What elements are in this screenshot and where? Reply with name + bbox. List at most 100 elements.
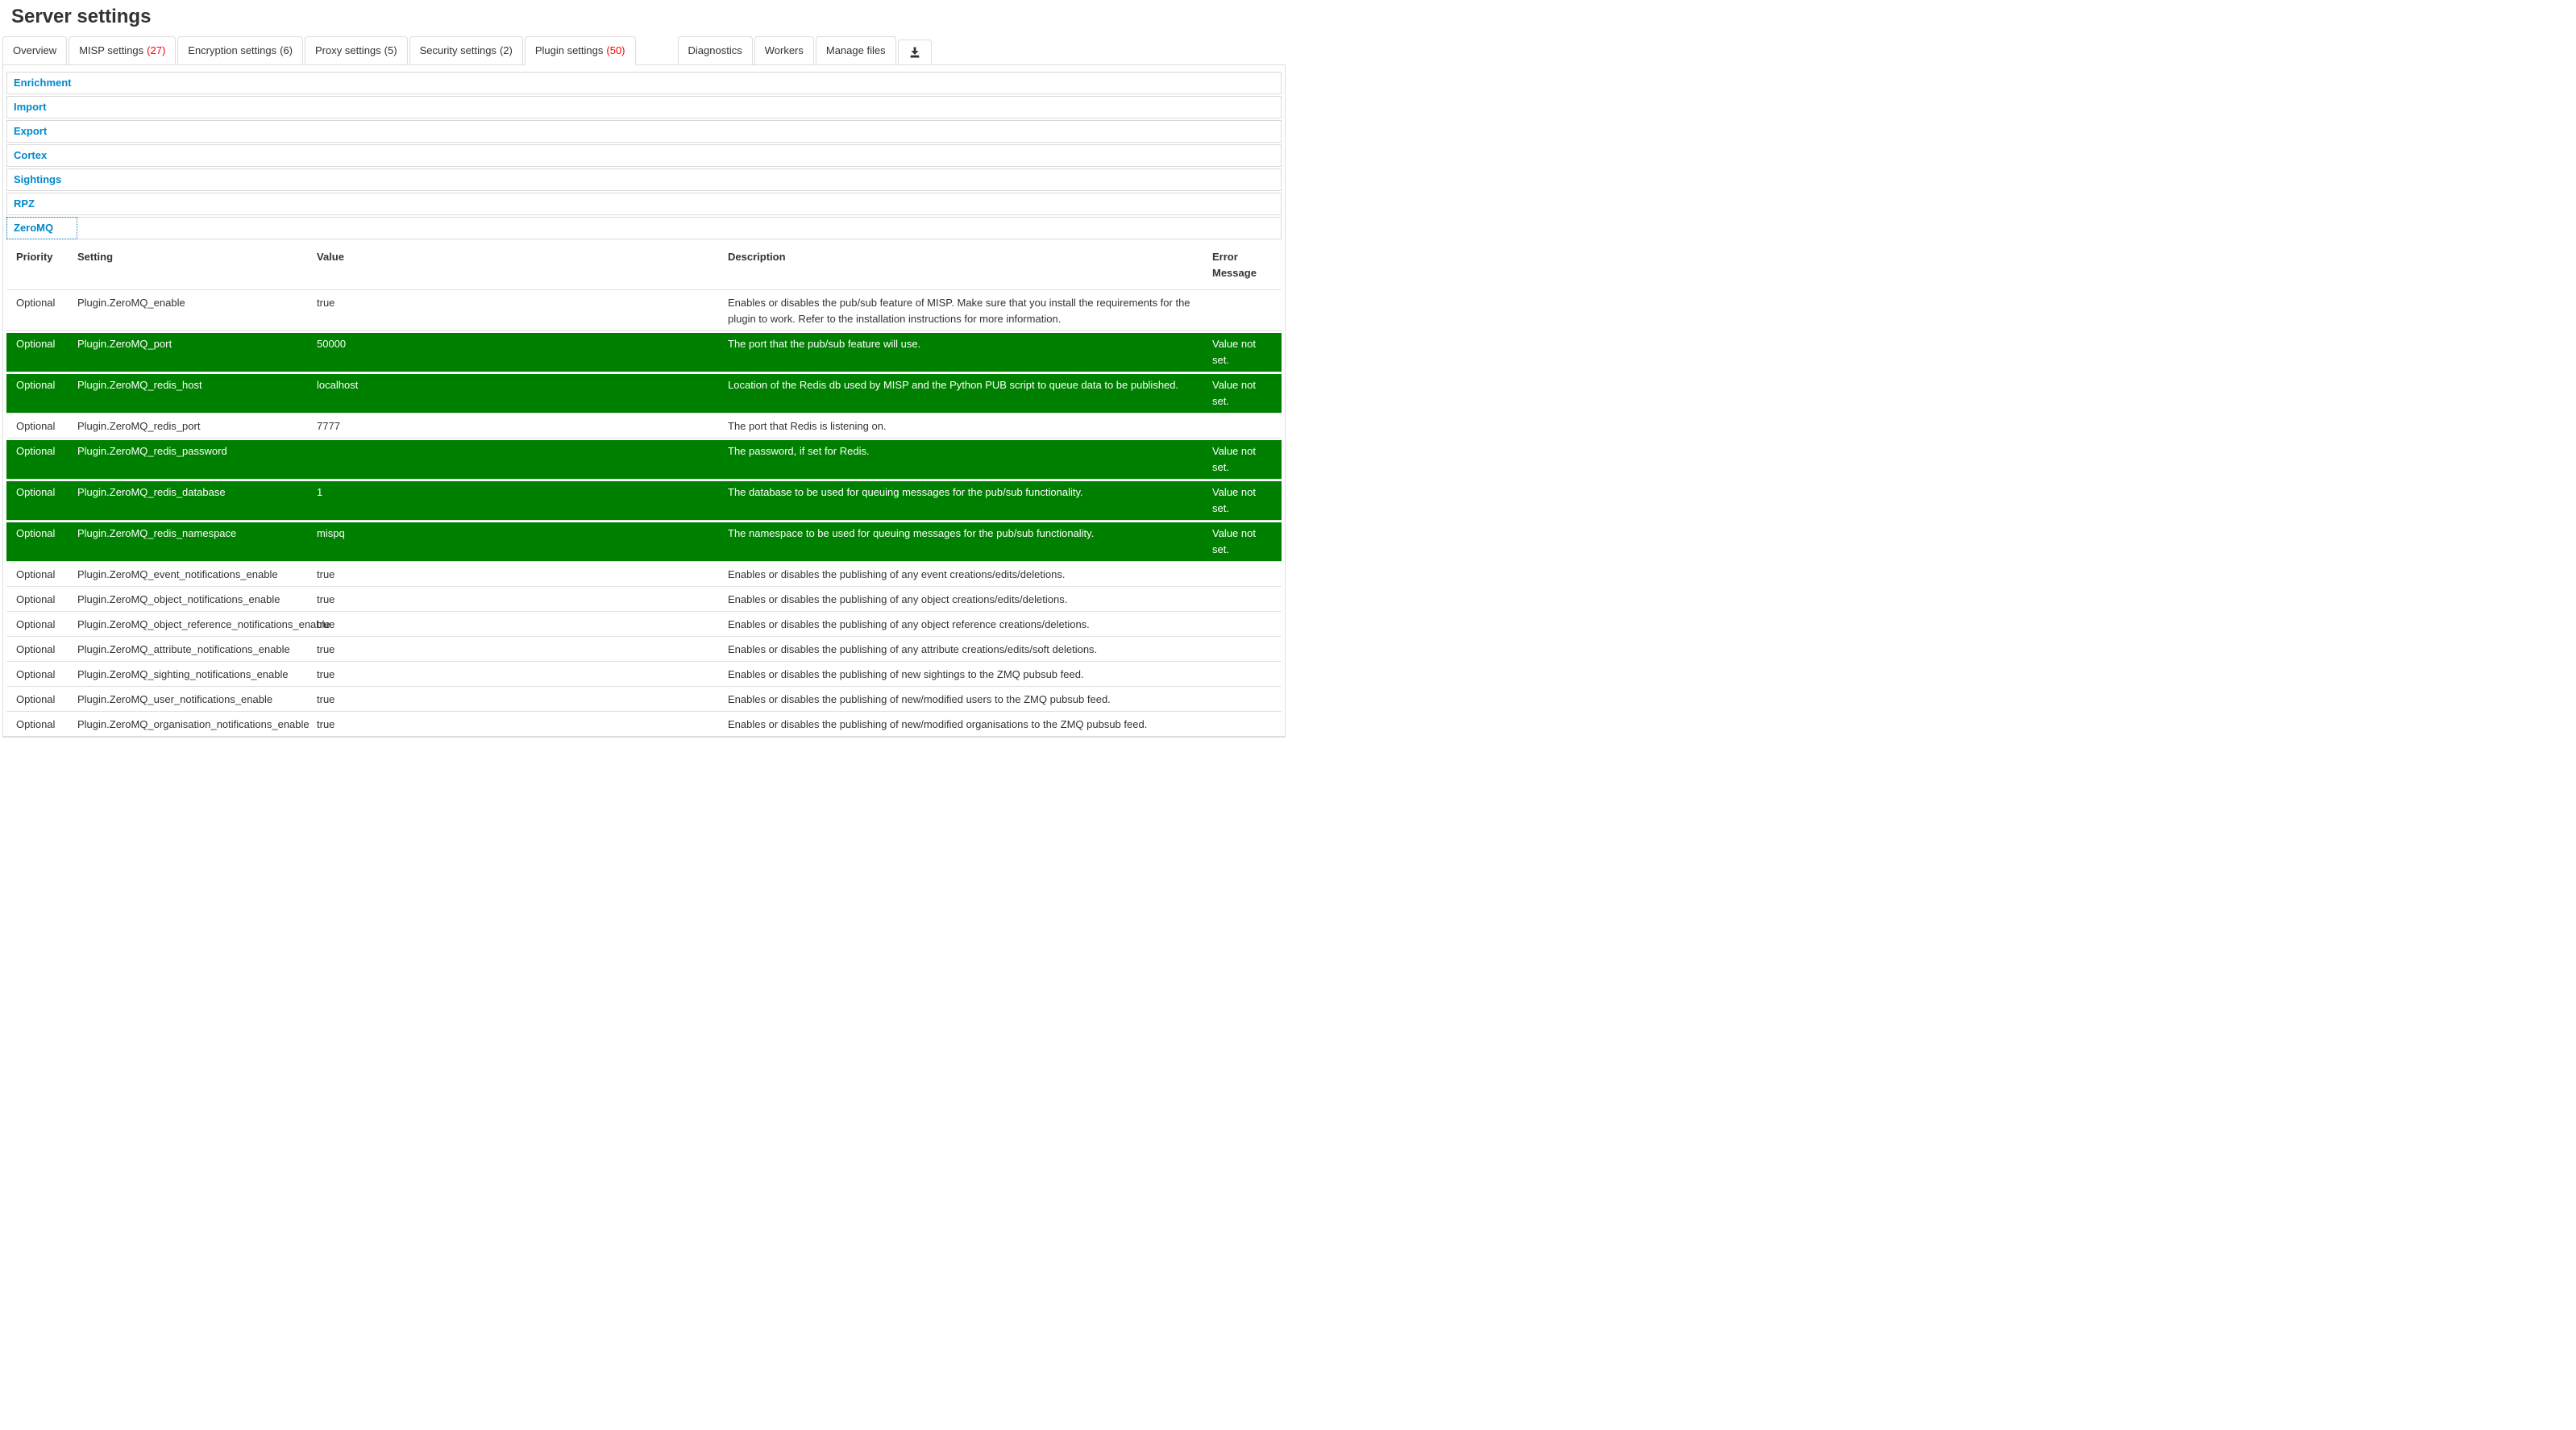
error-message-cell — [1206, 661, 1282, 686]
tab-proxy-settings[interactable]: Proxy settings(5) — [305, 36, 408, 65]
accordion-toggle-link[interactable]: RPZ — [7, 193, 41, 214]
tab-label: Plugin settings — [535, 44, 604, 56]
value-cell[interactable] — [310, 438, 721, 479]
table-row: Optional Plugin.ZeroMQ_attribute_notific… — [6, 636, 1282, 661]
tab-label: Overview — [13, 44, 56, 56]
tab-count-badge: (27) — [147, 44, 165, 56]
tab-count-badge: (2) — [500, 44, 513, 56]
description-cell: Enables or disables the publishing of ne… — [721, 711, 1206, 736]
column-header-error-message: Error Message — [1206, 244, 1282, 289]
description-cell: Enables or disables the publishing of an… — [721, 586, 1206, 611]
tab-workers[interactable]: Workers — [754, 36, 814, 65]
setting-cell: Plugin.ZeroMQ_redis_database — [71, 479, 310, 520]
setting-cell: Plugin.ZeroMQ_redis_namespace — [71, 520, 310, 561]
tab-label: MISP settings — [79, 44, 143, 56]
value-cell[interactable]: true — [310, 636, 721, 661]
error-message-cell: Value not set. — [1206, 479, 1282, 520]
description-cell: The port that the pub/sub feature will u… — [721, 330, 1206, 372]
accordion-section-cortex[interactable]: Cortex — [6, 144, 1282, 167]
accordion-toggle-link[interactable]: Enrichment — [7, 73, 78, 94]
accordion-toggle-link[interactable]: Export — [7, 121, 53, 142]
plugin-settings-panel: Enrichment Import Export Cortex Sighting… — [2, 65, 1286, 738]
value-cell[interactable]: true — [310, 711, 721, 736]
table-row: Optional Plugin.ZeroMQ_enable true Enabl… — [6, 289, 1282, 330]
description-cell: Enables or disables the publishing of an… — [721, 636, 1206, 661]
accordion-section-zeromq[interactable]: ZeroMQ — [6, 217, 1282, 239]
tab-security-settings[interactable]: Security settings(2) — [409, 36, 523, 65]
value-cell[interactable]: localhost — [310, 372, 721, 413]
description-cell: Enables or disables the publishing of an… — [721, 561, 1206, 586]
description-cell: The namespace to be used for queuing mes… — [721, 520, 1206, 561]
accordion-toggle-link[interactable]: Sightings — [7, 169, 68, 190]
accordion-section-sightings[interactable]: Sightings — [6, 168, 1282, 191]
priority-cell: Optional — [6, 561, 71, 586]
error-message-cell — [1206, 561, 1282, 586]
error-message-cell — [1206, 636, 1282, 661]
table-row: Optional Plugin.ZeroMQ_object_reference_… — [6, 611, 1282, 636]
value-cell[interactable]: true — [310, 561, 721, 586]
accordion-section-import[interactable]: Import — [6, 96, 1282, 118]
value-cell[interactable]: true — [310, 611, 721, 636]
table-row: Optional Plugin.ZeroMQ_object_notificati… — [6, 586, 1282, 611]
priority-cell: Optional — [6, 586, 71, 611]
tab-diagnostics[interactable]: Diagnostics — [678, 36, 753, 65]
priority-cell: Optional — [6, 289, 71, 330]
error-message-cell — [1206, 413, 1282, 438]
value-cell[interactable]: true — [310, 686, 721, 711]
tab-encryption-settings[interactable]: Encryption settings(6) — [177, 36, 303, 65]
tab-count-badge: (50) — [606, 44, 625, 56]
setting-cell: Plugin.ZeroMQ_organisation_notifications… — [71, 711, 310, 736]
tab-label: Diagnostics — [688, 44, 742, 56]
setting-cell: Plugin.ZeroMQ_object_reference_notificat… — [71, 611, 310, 636]
setting-cell: Plugin.ZeroMQ_attribute_notifications_en… — [71, 636, 310, 661]
table-row: Optional Plugin.ZeroMQ_redis_database 1 … — [6, 479, 1282, 520]
table-row: Optional Plugin.ZeroMQ_sighting_notifica… — [6, 661, 1282, 686]
tab-label: Security settings — [420, 44, 497, 56]
error-message-cell: Value not set. — [1206, 520, 1282, 561]
value-cell[interactable]: 50000 — [310, 330, 721, 372]
priority-cell: Optional — [6, 330, 71, 372]
description-cell: Location of the Redis db used by MISP an… — [721, 372, 1206, 413]
accordion-toggle-link[interactable]: Import — [7, 97, 52, 118]
accordion-section-rpz[interactable]: RPZ — [6, 193, 1282, 215]
accordion-toggle-link[interactable]: ZeroMQ — [7, 218, 77, 239]
value-cell[interactable]: true — [310, 586, 721, 611]
value-cell[interactable]: true — [310, 289, 721, 330]
value-cell[interactable]: true — [310, 661, 721, 686]
value-cell[interactable]: mispq — [310, 520, 721, 561]
description-cell: Enables or disables the publishing of ne… — [721, 686, 1206, 711]
description-cell: Enables or disables the publishing of ne… — [721, 661, 1206, 686]
error-message-cell — [1206, 686, 1282, 711]
table-header-row: Priority Setting Value Description Error… — [6, 244, 1282, 289]
accordion-toggle-link[interactable]: Cortex — [7, 145, 53, 166]
priority-cell: Optional — [6, 520, 71, 561]
table-row: Optional Plugin.ZeroMQ_redis_host localh… — [6, 372, 1282, 413]
priority-cell: Optional — [6, 686, 71, 711]
priority-cell: Optional — [6, 438, 71, 479]
error-message-cell — [1206, 611, 1282, 636]
settings-tab-bar: Overview MISP settings (27) Encryption se… — [2, 36, 1286, 65]
value-cell[interactable]: 7777 — [310, 413, 721, 438]
value-cell[interactable]: 1 — [310, 479, 721, 520]
priority-cell: Optional — [6, 413, 71, 438]
tab-overview[interactable]: Overview — [2, 36, 67, 65]
tab-plugin-settings[interactable]: Plugin settings(50) — [525, 36, 636, 65]
error-message-cell — [1206, 586, 1282, 611]
setting-cell: Plugin.ZeroMQ_redis_host — [71, 372, 310, 413]
page-title: Server settings — [11, 6, 1288, 28]
table-row: Optional Plugin.ZeroMQ_user_notification… — [6, 686, 1282, 711]
tab-manage-files[interactable]: Manage files — [816, 36, 896, 65]
tab-misp-settings[interactable]: MISP settings (27) — [69, 36, 176, 65]
tab-label: Proxy settings — [315, 44, 381, 56]
column-header-setting: Setting — [71, 244, 310, 289]
priority-cell: Optional — [6, 711, 71, 736]
accordion-section-enrichment[interactable]: Enrichment — [6, 72, 1282, 94]
error-message-cell: Value not set. — [1206, 330, 1282, 372]
description-cell: The database to be used for queuing mess… — [721, 479, 1206, 520]
accordion-section-export[interactable]: Export — [6, 120, 1282, 143]
description-cell: The port that Redis is listening on. — [721, 413, 1206, 438]
column-header-description: Description — [721, 244, 1206, 289]
setting-cell: Plugin.ZeroMQ_user_notifications_enable — [71, 686, 310, 711]
tab-count-badge: (6) — [280, 44, 293, 56]
tab-download-settings[interactable] — [898, 39, 932, 65]
